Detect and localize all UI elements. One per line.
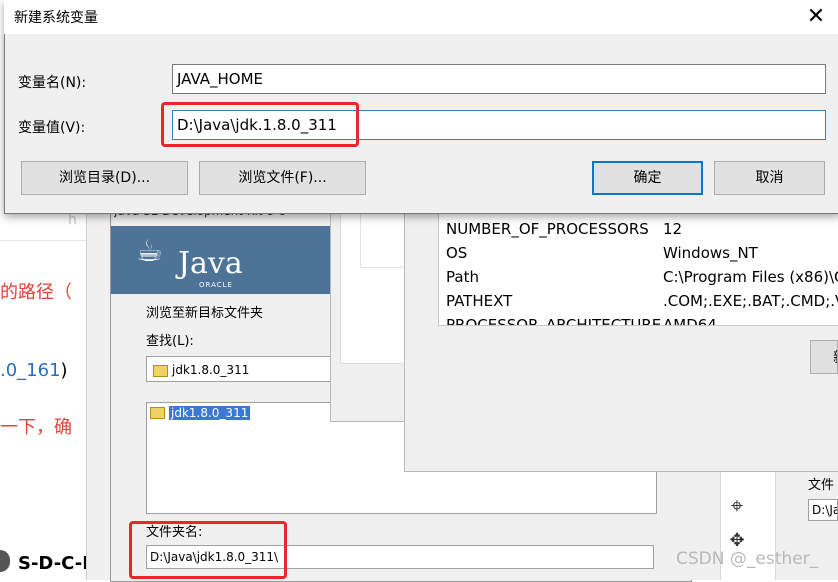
env-var-value: Windows_NT <box>663 244 758 262</box>
list-item[interactable]: jdk1.8.0_311 <box>150 405 251 421</box>
dialog-title: 新建系统变量 <box>14 10 98 26</box>
move-icon[interactable]: ✥ <box>724 530 750 551</box>
env-var-value: AMD64 <box>663 316 717 326</box>
env-var-name: PROCESSOR_ARCHITECTURE <box>446 316 662 326</box>
env-var-value: .COM;.EXE;.BAT;.CMD;.VI <box>663 292 838 310</box>
highlight-box-value <box>161 102 359 147</box>
env-var-value: C:\Program Files (x86)\C <box>663 268 838 286</box>
env-var-name: OS <box>446 244 468 262</box>
titlebar <box>4 0 838 34</box>
cancel-button[interactable]: 取消 <box>714 161 825 195</box>
variable-value-label: 变量值(V): <box>18 120 86 136</box>
folder-icon <box>153 364 168 377</box>
env-var-name: PATHEXT <box>446 292 513 310</box>
browse-prompt: 浏览至新目标文件夹 <box>146 306 264 321</box>
watermark: CSDN @_esther_ <box>676 549 819 569</box>
variable-name-input[interactable]: JAVA_HOME <box>172 64 826 94</box>
new-env-button[interactable]: 新 <box>810 340 838 374</box>
env-var-value: 12 <box>663 220 683 238</box>
background-red-text: 的路径（ <box>0 282 72 303</box>
ok-button[interactable]: 确定 <box>592 161 703 195</box>
lookin-combo[interactable]: jdk1.8.0_311 <box>146 356 332 382</box>
background-red-text-2: 一下，确 <box>0 417 72 438</box>
java-logo-text: Java <box>178 246 243 281</box>
author-name[interactable]: S-D-C-L <box>18 553 94 574</box>
crosshair-icon[interactable]: ⌖ <box>724 494 750 519</box>
oracle-logo-text: ORACLE <box>199 281 233 289</box>
java-cup-icon: ☕ <box>136 234 163 269</box>
browse-file-button[interactable]: 浏览文件(F)... <box>199 161 366 195</box>
lookin-label: 查找(L): <box>146 334 194 349</box>
right-panel-field[interactable]: D:\Ja <box>808 499 838 521</box>
window-edge <box>86 200 111 580</box>
env-var-name: Path <box>446 268 479 286</box>
variable-name-label: 变量名(N): <box>18 75 87 91</box>
env-var-list[interactable]: NUMBER_OF_PROCESSORS 12 OS Windows_NT Pa… <box>438 206 838 326</box>
env-var-name: NUMBER_OF_PROCESSORS <box>446 220 649 238</box>
right-panel-label: 文件 <box>808 478 835 493</box>
browse-directory-button[interactable]: 浏览目录(D)... <box>21 161 188 195</box>
folder-icon <box>150 407 165 419</box>
divider <box>0 240 86 241</box>
highlight-box-folder <box>129 521 287 579</box>
background-link-text[interactable]: .0_161) <box>0 360 68 381</box>
close-icon[interactable]: ✕ <box>798 2 834 32</box>
background-faint-text: h <box>68 212 77 228</box>
